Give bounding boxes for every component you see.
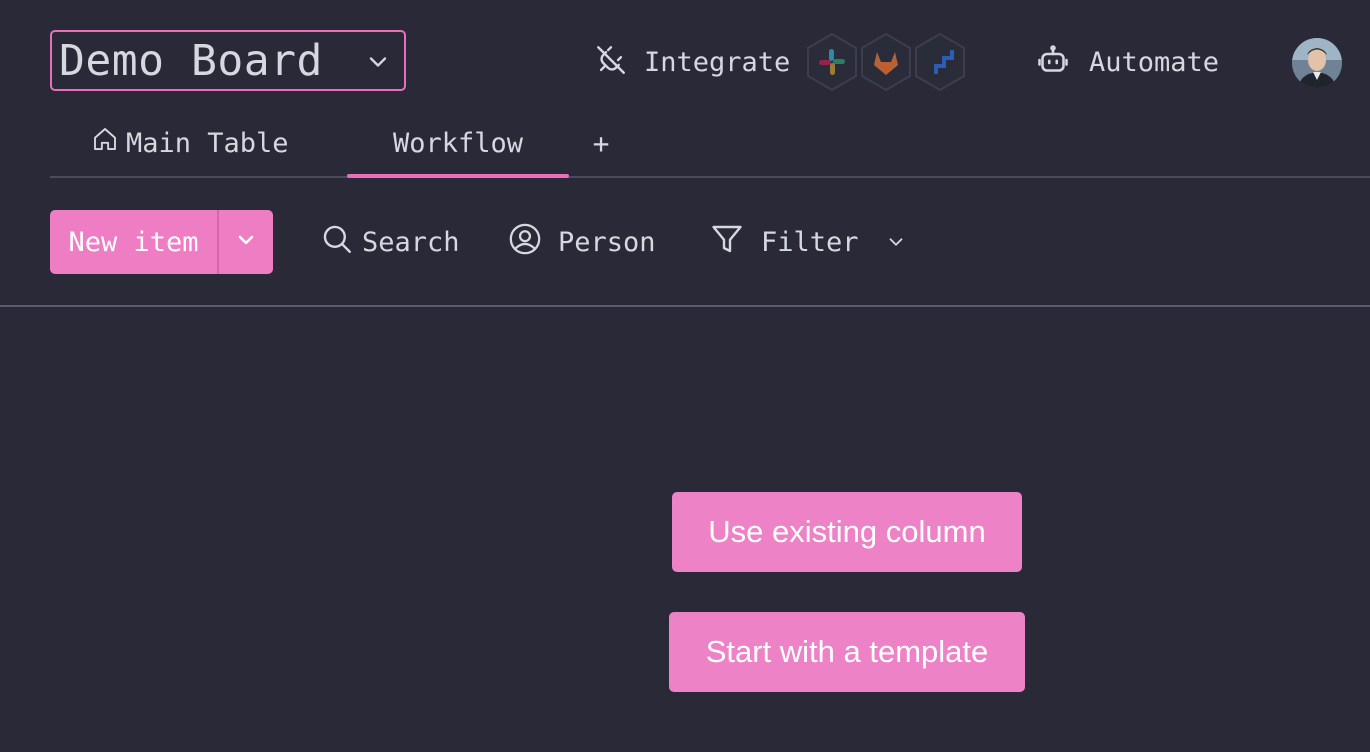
person-icon xyxy=(508,222,542,263)
tab-workflow-label: Workflow xyxy=(392,127,524,159)
new-item-split-button: New item xyxy=(50,210,273,274)
view-tabs: Main Table Workflow + xyxy=(50,110,1370,178)
automate-button[interactable]: Automate xyxy=(1035,32,1219,92)
jira-icon xyxy=(910,32,970,92)
new-item-dropdown-button[interactable] xyxy=(219,210,273,274)
board-title-dropdown[interactable]: Demo Board xyxy=(50,30,406,91)
tab-workflow[interactable]: Workflow xyxy=(347,110,569,178)
chevron-down-icon xyxy=(364,48,392,80)
tab-main-table-label: Main Table xyxy=(126,127,289,159)
plus-icon: + xyxy=(592,126,610,160)
use-existing-column-button[interactable]: Use existing column xyxy=(672,492,1022,572)
board-title: Demo Board xyxy=(59,35,323,86)
search-icon xyxy=(320,222,354,263)
chevron-down-icon xyxy=(234,228,258,256)
toolbar-divider xyxy=(0,305,1370,307)
active-tab-indicator xyxy=(347,174,569,178)
new-item-button[interactable]: New item xyxy=(50,210,217,274)
start-with-template-button[interactable]: Start with a template xyxy=(669,612,1025,692)
search-button[interactable]: Search xyxy=(320,210,460,274)
person-filter-button[interactable]: Person xyxy=(508,210,656,274)
person-label: Person xyxy=(558,226,656,258)
home-icon xyxy=(90,124,120,161)
filter-button[interactable]: Filter xyxy=(709,210,907,274)
plug-icon xyxy=(594,43,628,81)
tab-main-table[interactable]: Main Table xyxy=(90,110,289,176)
add-view-button[interactable]: + xyxy=(590,110,612,176)
filter-label: Filter xyxy=(761,226,859,258)
integration-icons xyxy=(802,32,970,92)
automate-label: Automate xyxy=(1089,46,1220,78)
avatar[interactable] xyxy=(1292,38,1342,88)
integrate-button[interactable]: Integrate xyxy=(594,32,970,92)
integrate-label: Integrate xyxy=(644,46,791,78)
chevron-down-icon[interactable] xyxy=(885,229,907,260)
slack-icon xyxy=(802,32,862,92)
filter-icon xyxy=(709,221,745,264)
robot-icon xyxy=(1035,42,1071,82)
search-label: Search xyxy=(362,226,460,258)
gitlab-icon xyxy=(856,32,916,92)
